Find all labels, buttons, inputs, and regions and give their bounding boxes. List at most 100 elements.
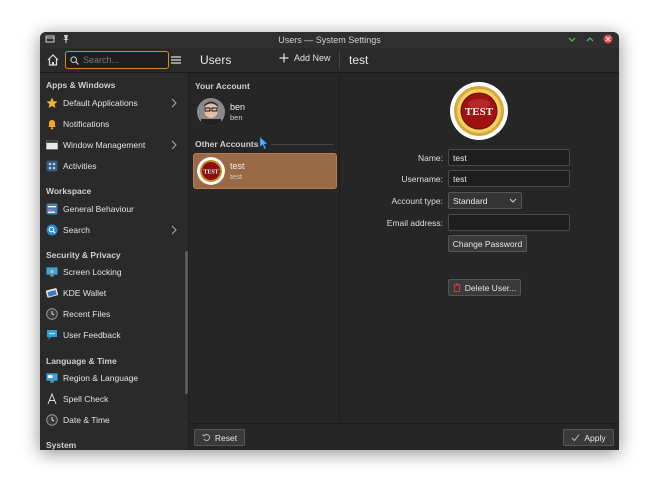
general-behaviour-icon (46, 203, 58, 215)
sidebar-item-date-time[interactable]: Date & Time (44, 411, 182, 429)
sidebar-item-label: Notifications (63, 119, 110, 129)
sidebar-header-workspace: Workspace (46, 186, 92, 196)
sidebar-item-label: Screen Locking (63, 267, 122, 277)
footer-bar: Reset Apply (189, 423, 619, 450)
hamburger-menu-icon[interactable] (170, 54, 182, 66)
sidebar-item-search[interactable]: Search (44, 221, 182, 239)
sidebar-item-screen-locking[interactable]: Screen Locking (44, 263, 182, 281)
chevron-right-icon (171, 225, 177, 235)
delete-user-button[interactable]: Delete User... (448, 279, 521, 296)
sidebar-item-label: Search (63, 225, 90, 235)
bell-icon (46, 118, 58, 130)
sidebar-header-language-time: Language & Time (46, 356, 117, 366)
add-new-button[interactable]: Add New (279, 53, 331, 63)
page-title: test (349, 53, 369, 67)
window-icon (46, 139, 58, 151)
chevron-right-icon (171, 98, 177, 108)
sidebar-item-label: Spell Check (63, 394, 109, 404)
activities-icon (46, 160, 58, 172)
sidebar-item-label: General Behaviour (63, 204, 134, 214)
account-type-label: Account type: (391, 196, 443, 206)
chevron-right-icon (171, 140, 177, 150)
avatar-text: TEST (465, 106, 494, 118)
name-field[interactable]: test (448, 149, 570, 166)
toolbar-separator (339, 51, 340, 69)
user-detail-panel: TEST Name: test Username: test Account t… (340, 73, 619, 423)
minimize-icon[interactable] (567, 34, 577, 44)
search-icon (70, 55, 79, 65)
sidebar-item-label: Region & Language (63, 373, 139, 383)
screen-lock-icon (46, 266, 58, 278)
sidebar-item-activities[interactable]: Activities (44, 157, 182, 175)
user-display-name: test (230, 161, 245, 171)
username-field[interactable]: test (448, 170, 570, 187)
mouse-cursor-icon (259, 136, 269, 150)
sidebar-item-spell-check[interactable]: Spell Check (44, 390, 182, 408)
check-icon (572, 434, 580, 442)
delete-user-label: Delete User... (464, 282, 517, 293)
toolbar: Users Add New test (40, 48, 619, 73)
avatar-text: TEST (203, 170, 218, 176)
clock-icon (46, 414, 58, 426)
star-icon (46, 97, 58, 109)
sidebar-item-user-feedback[interactable]: User Feedback (44, 326, 182, 344)
window-menu-icon[interactable] (45, 34, 55, 44)
sidebar-item-label: KDE Wallet (63, 288, 107, 298)
add-new-label: Add New (294, 53, 331, 63)
section-title: Users (200, 53, 232, 67)
sidebar-item-region-language[interactable]: Region & Language (44, 369, 182, 387)
search-icon (46, 224, 58, 236)
trash-icon (453, 283, 461, 292)
change-password-button[interactable]: Change Password (448, 235, 527, 252)
sidebar-item-general-behaviour[interactable]: General Behaviour (44, 200, 182, 218)
sidebar-item-label: Recent Files (63, 309, 111, 319)
sidebar-item-label: Default Applications (63, 98, 138, 108)
system-settings-window: Users — System Settings Users Add New te… (40, 32, 619, 450)
change-password-label: Change Password (452, 238, 523, 249)
sidebar-item-window-management[interactable]: Window Management (44, 136, 182, 154)
sidebar-header-security-privacy: Security & Privacy (46, 250, 121, 260)
sidebar-item-default-applications[interactable]: Default Applications (44, 94, 182, 112)
sidebar-item-label: Date & Time (63, 415, 110, 425)
search-input[interactable] (79, 55, 163, 65)
feedback-icon (46, 329, 58, 341)
sidebar-item-label: Window Management (63, 140, 146, 150)
pin-icon[interactable] (61, 34, 71, 44)
your-account-header: Your Account (195, 81, 250, 91)
account-type-select[interactable]: Standard (448, 192, 522, 209)
email-field[interactable] (448, 214, 570, 231)
window-title: Users — System Settings (278, 35, 381, 45)
region-icon (46, 372, 58, 384)
user-avatar-large[interactable]: TEST (450, 82, 508, 140)
email-label: Email address: (386, 218, 443, 228)
sidebar-header-apps-windows: Apps & Windows (46, 80, 116, 90)
user-entry-test[interactable]: TEST test test (193, 153, 337, 189)
user-entry-current[interactable]: ben ben (193, 94, 337, 130)
sidebar: Apps & Windows Default Applications Noti… (40, 73, 189, 450)
plus-icon (279, 53, 289, 63)
title-bar: Users — System Settings (40, 32, 619, 48)
sidebar-item-recent-files[interactable]: Recent Files (44, 305, 182, 323)
sidebar-item-label: User Feedback (63, 330, 121, 340)
sidebar-item-notifications[interactable]: Notifications (44, 115, 182, 133)
sidebar-item-kde-wallet[interactable]: KDE Wallet (44, 284, 182, 302)
chevron-down-icon (509, 198, 517, 203)
sidebar-item-label: Activities (63, 161, 97, 171)
account-type-value: Standard (453, 195, 488, 206)
other-accounts-header: Other Accounts (195, 139, 259, 149)
reset-button[interactable]: Reset (194, 429, 245, 446)
section-divider (271, 144, 333, 145)
search-box[interactable] (65, 51, 169, 69)
sidebar-header-system: System (46, 440, 77, 450)
user-login-name: test (230, 172, 243, 181)
sidebar-scrollbar[interactable] (185, 251, 188, 394)
undo-icon (202, 434, 210, 441)
home-icon[interactable] (46, 53, 60, 67)
user-display-name: ben (230, 102, 246, 112)
maximize-icon[interactable] (585, 34, 595, 44)
apply-button[interactable]: Apply (563, 429, 614, 446)
close-icon[interactable] (603, 34, 613, 44)
username-label: Username: (401, 174, 443, 184)
wallet-icon (46, 287, 58, 299)
user-login-name: ben (230, 113, 243, 122)
